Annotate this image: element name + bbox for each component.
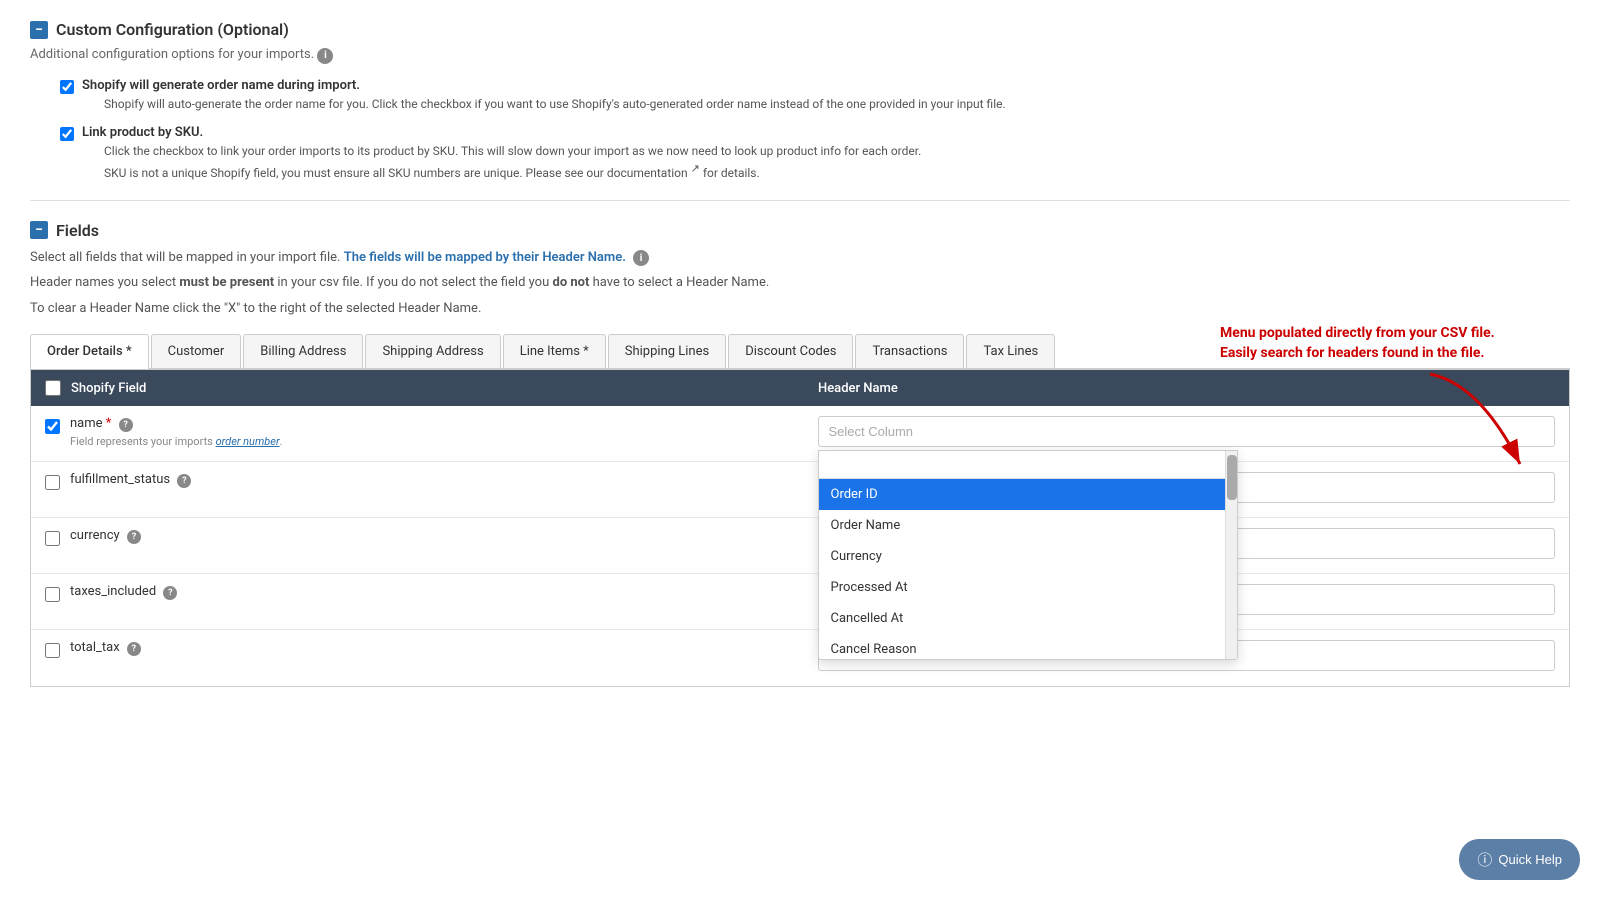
toggle-custom-config[interactable]: − xyxy=(30,21,48,39)
toggle-fields[interactable]: − xyxy=(30,221,48,239)
field-note-name: Field represents your imports order numb… xyxy=(70,435,808,448)
fields-header: − Fields xyxy=(30,221,1570,240)
fields-desc1: Select all fields that will be mapped in… xyxy=(30,248,1570,268)
order-num-link[interactable]: order number xyxy=(216,435,280,448)
row-checkbox-total-tax[interactable] xyxy=(45,643,60,658)
select-all-checkbox[interactable] xyxy=(45,380,61,396)
custom-config-header: − Custom Configuration (Optional) xyxy=(30,20,1570,39)
field-name-total-tax: total_tax ? xyxy=(70,640,808,656)
dropdown-search-input[interactable] xyxy=(819,451,1237,479)
table-row: fulfillment_status ? Select Column xyxy=(31,462,1569,518)
option1-desc: Shopify will auto-generate the order nam… xyxy=(104,97,1006,111)
tab-shipping-address[interactable]: Shipping Address xyxy=(365,334,500,368)
name-help-icon[interactable]: ? xyxy=(119,418,133,432)
ext-link-icon: ↗ xyxy=(691,162,700,175)
dropdown-item[interactable]: Order ID xyxy=(819,479,1237,510)
quick-help-label: Quick Help xyxy=(1498,852,1562,867)
dropdown-item[interactable]: Processed At xyxy=(819,572,1237,603)
tab-customer[interactable]: Customer xyxy=(151,334,242,368)
tab-tax-lines[interactable]: Tax Lines xyxy=(966,334,1055,368)
field-name-name: name * ? Field represents your imports o… xyxy=(70,416,808,448)
tab-billing-address[interactable]: Billing Address xyxy=(243,334,363,368)
tabs-bar: Order Details * Customer Billing Address… xyxy=(30,334,1570,369)
select-column-btn-name[interactable]: Select Column xyxy=(818,416,1556,447)
fields-desc2: Header names you select must be present … xyxy=(30,273,1570,293)
field-name-taxes-included: taxes_included ? xyxy=(70,584,808,600)
tab-line-items[interactable]: Line Items * xyxy=(503,334,606,368)
option1-checkbox[interactable] xyxy=(60,80,74,94)
row-checkbox-fulfillment[interactable] xyxy=(45,475,60,490)
dropdown-scrollbar[interactable] xyxy=(1225,451,1237,659)
dropdown-item[interactable]: Cancelled At xyxy=(819,603,1237,634)
table-row: total_tax ? Select Column xyxy=(31,630,1569,686)
tab-order-details[interactable]: Order Details * xyxy=(30,334,149,369)
option2-row: Link product by SKU. Click the checkbox … xyxy=(60,125,1570,180)
field-name-fulfillment: fulfillment_status ? xyxy=(70,472,808,488)
table-row: currency ? Select Column xyxy=(31,518,1569,574)
quick-help-icon: ⓘ xyxy=(1477,849,1492,870)
field-name-currency: currency ? xyxy=(70,528,808,544)
scrollbar-thumb xyxy=(1227,455,1237,500)
total-tax-help-icon[interactable]: ? xyxy=(127,642,141,656)
dropdown-item[interactable]: Cancel Reason xyxy=(819,634,1237,659)
fields-section: − Fields Select all fields that will be … xyxy=(30,221,1570,688)
currency-help-icon[interactable]: ? xyxy=(127,530,141,544)
dropdown-item[interactable]: Order Name xyxy=(819,510,1237,541)
page-container: − Custom Configuration (Optional) Additi… xyxy=(0,0,1600,717)
fields-title: Fields xyxy=(56,221,99,240)
tab-transactions[interactable]: Transactions xyxy=(855,334,964,368)
column-dropdown: Order ID Order Name Currency Processed A… xyxy=(818,450,1238,660)
row-checkbox-name[interactable] xyxy=(45,419,60,434)
table-header-row: Shopify Field Header Name xyxy=(31,370,1569,406)
dropdown-item[interactable]: Currency xyxy=(819,541,1237,572)
fulfillment-help-icon[interactable]: ? xyxy=(177,474,191,488)
name-field-control: Select Column Order ID Order Name Curren… xyxy=(818,416,1556,447)
table-row: name * ? Field represents your imports o… xyxy=(31,406,1569,462)
custom-config-subtitle: Additional configuration options for you… xyxy=(30,47,1570,64)
tabs-annotation-wrapper: Menu populated directly from your CSV fi… xyxy=(30,334,1570,687)
tab-discount-codes[interactable]: Discount Codes xyxy=(728,334,853,368)
table-row: taxes_included ? Select Column xyxy=(31,574,1569,630)
dropdown-list: Order ID Order Name Currency Processed A… xyxy=(819,479,1237,659)
taxes-included-help-icon[interactable]: ? xyxy=(163,586,177,600)
col-shopify-label: Shopify Field xyxy=(71,381,808,396)
tab-shipping-lines[interactable]: Shipping Lines xyxy=(608,334,726,368)
section-divider xyxy=(30,200,1570,201)
option2-label: Link product by SKU. xyxy=(82,125,921,140)
fields-desc3: To clear a Header Name click the "X" to … xyxy=(30,299,1570,319)
option2-desc2: SKU is not a unique Shopify field, you m… xyxy=(104,162,921,180)
row-checkbox-currency[interactable] xyxy=(45,531,60,546)
option1-label: Shopify will generate order name during … xyxy=(82,78,1006,93)
fields-table: Shopify Field Header Name name * ? Field… xyxy=(30,369,1570,687)
custom-config-info-icon[interactable]: i xyxy=(317,48,333,64)
custom-config-title: Custom Configuration (Optional) xyxy=(56,20,289,39)
option1-row: Shopify will generate order name during … xyxy=(60,78,1570,111)
col-header-label: Header Name xyxy=(818,381,1555,396)
option2-checkbox[interactable] xyxy=(60,127,74,141)
option2-desc1: Click the checkbox to link your order im… xyxy=(104,144,921,158)
quick-help-button[interactable]: ⓘ Quick Help xyxy=(1459,839,1580,880)
fields-info-icon[interactable]: i xyxy=(633,250,649,266)
row-checkbox-taxes-included[interactable] xyxy=(45,587,60,602)
